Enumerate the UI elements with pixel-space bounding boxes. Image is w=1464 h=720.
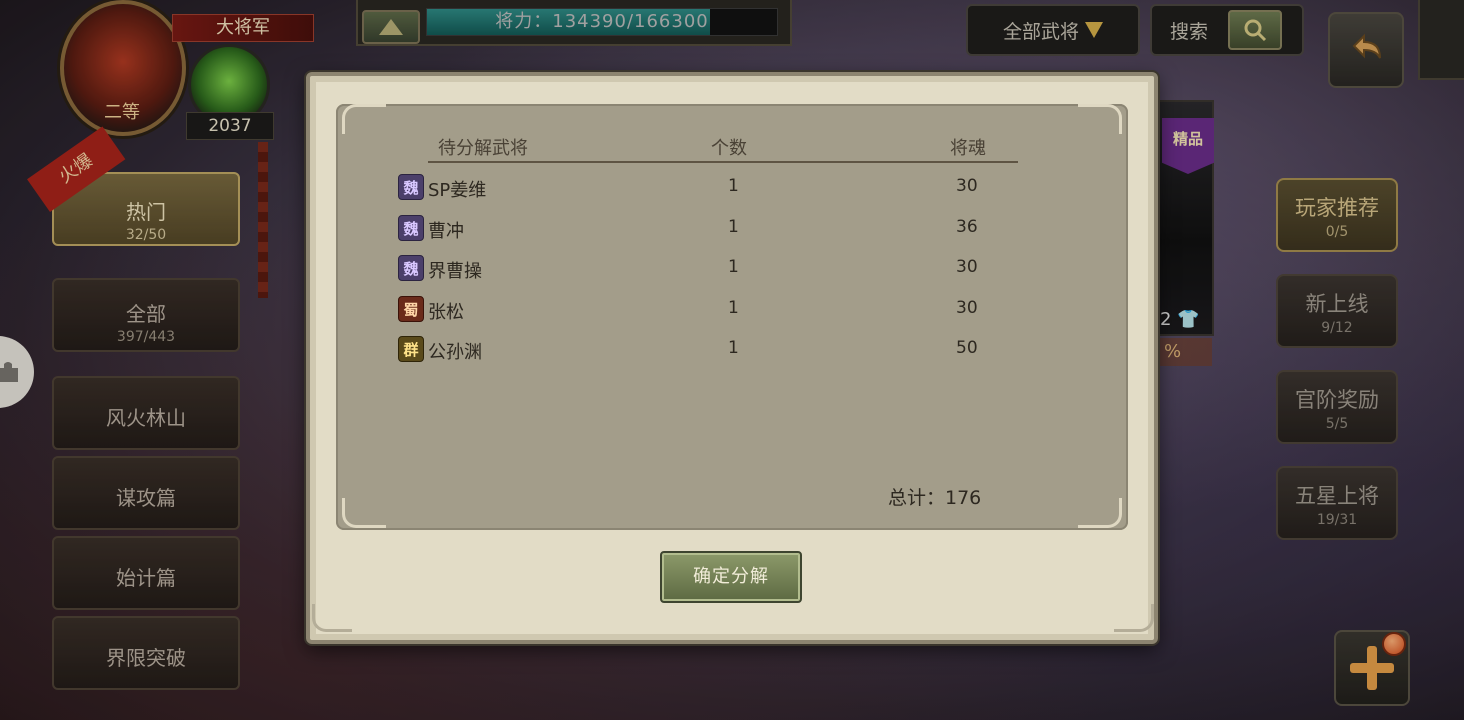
corner-ornament [1078,104,1122,134]
header-divider [428,161,1018,163]
general-soul: 30 [956,257,978,277]
faction-badge: 魏 [398,215,424,241]
general-soul: 30 [956,176,978,196]
general-soul: 50 [956,338,978,358]
corner-ornament [342,498,386,528]
general-count: 1 [728,217,739,237]
table-row: 魏 曹冲 1 36 [398,211,1018,247]
general-count: 1 [728,176,739,196]
faction-badge: 魏 [398,255,424,281]
table-row: 魏 SP姜维 1 30 [398,170,1018,206]
general-soul: 36 [956,217,978,237]
column-header-count: 个数 [711,138,747,159]
total-soul: 总计：176 [888,487,982,509]
column-header-general: 待分解武将 [438,138,528,159]
general-name: 张松 [428,302,464,323]
general-name: 界曹操 [428,261,482,282]
corner-ornament [1114,604,1154,632]
table-row: 群 公孙渊 1 50 [398,332,1018,368]
general-count: 1 [728,257,739,277]
corner-ornament [312,604,352,632]
general-count: 1 [728,298,739,318]
general-name: 曹冲 [428,221,464,242]
corner-ornament [342,104,386,134]
confirm-decompose-button[interactable]: 确定分解 [660,551,802,603]
corner-ornament [1078,498,1122,528]
table-row: 魏 界曹操 1 30 [398,251,1018,287]
column-header-soul: 将魂 [950,138,986,159]
general-name: SP姜维 [428,180,487,201]
faction-badge: 蜀 [398,296,424,322]
general-soul: 30 [956,298,978,318]
general-count: 1 [728,338,739,358]
faction-badge: 群 [398,336,424,362]
table-row: 蜀 张松 1 30 [398,292,1018,328]
general-name: 公孙渊 [428,342,482,363]
faction-badge: 魏 [398,174,424,200]
